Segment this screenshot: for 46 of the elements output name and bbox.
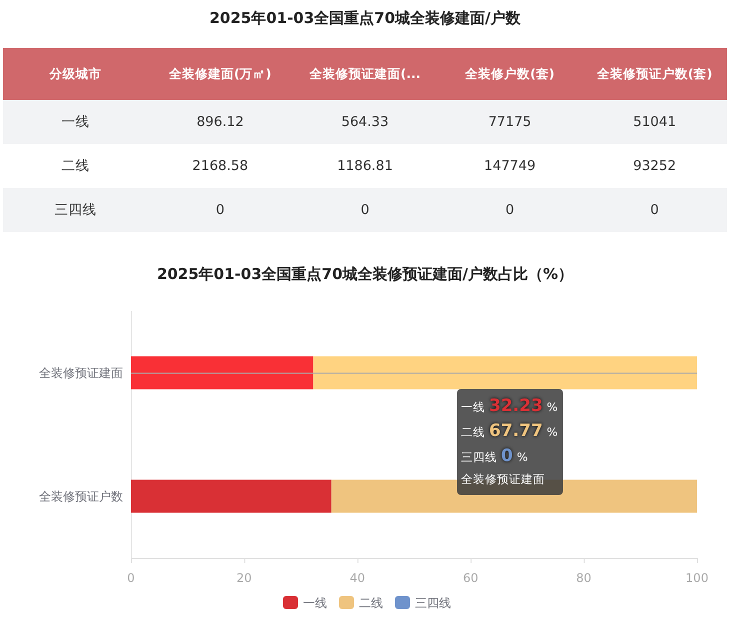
legend-swatch[interactable] [283,596,298,609]
tick-label: 0 [127,571,135,585]
tooltip-unit: % [516,449,528,466]
tooltip-label: 二线 [461,424,485,441]
table-cell: 896.12 [148,100,293,144]
table-cell: 三四线 [3,188,148,232]
table-cell: 一线 [3,100,148,144]
table-cell: 51041 [582,100,727,144]
column-header: 分级城市 [3,48,148,100]
tick-label: 40 [350,571,366,585]
table-cell-text: 93252 [632,157,678,176]
tooltip-value: 0 [501,445,513,468]
table-cell: 77175 [437,100,582,144]
table-cell-text: 147749 [483,157,537,176]
column-header: 全装修预证户数(套) [582,48,727,100]
table-cell-text: 二线 [60,157,90,176]
table-cell: 0 [437,188,582,232]
chart-title: 2025年01-03全国重点70城全装修预证建面/户数占比（%） [156,264,574,285]
legend-swatch[interactable] [395,596,410,609]
legend-label[interactable]: 一线 [303,596,327,610]
tooltip-value: 67.77 [489,420,543,443]
legend-swatch[interactable] [339,596,354,609]
tick-label: 100 [686,571,708,585]
axis-label: 全装修预证户数 [39,489,123,504]
table-cell-text: 1186.81 [336,157,394,176]
column-header: 全装修户数(套) [437,48,582,100]
column-header: 全装修建面(万㎡) [148,48,293,100]
table-cell-text: 2168.58 [191,157,250,176]
tooltip-unit: % [546,424,558,441]
table-cell: 0 [582,188,727,232]
table-cell: 0 [148,188,293,232]
column-header: 全装修预证建面(... [292,48,438,100]
tooltip-label: 三四线 [461,449,497,466]
tick-label: 60 [462,571,478,585]
tooltip-label: 一线 [461,399,485,416]
table-cell: 0 [292,188,438,232]
table-title: 2025年01-03全国重点70城全装修建面/户数 [208,8,522,29]
tooltip-value: 32.23 [489,395,543,418]
tick-label: 80 [576,571,592,585]
axis-label: 全装修预证建面 [39,366,123,380]
table-cell: 564.33 [292,100,438,144]
tick-label: 20 [236,571,252,585]
tooltip-unit: % [546,399,558,416]
tooltip-category: 全装修预证建面 [461,471,546,488]
legend-label[interactable]: 二线 [359,596,383,610]
legend-label[interactable]: 三四线 [415,596,451,610]
